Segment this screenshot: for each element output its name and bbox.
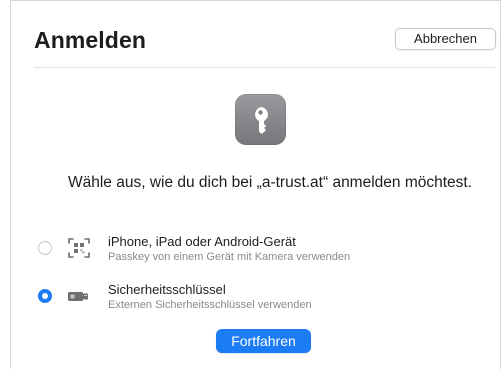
- option-description: Passkey von einem Gerät mit Kamera verwe…: [108, 251, 351, 263]
- qr-code-icon: [66, 236, 92, 260]
- radio-security-key[interactable]: [38, 289, 52, 303]
- header-divider: [34, 67, 495, 68]
- sign-in-dialog: Anmelden Abbrechen Wähle aus, wie du dic…: [0, 0, 504, 369]
- option-security-key[interactable]: Sicherheitsschlüssel Externen Sicherheit…: [36, 280, 476, 314]
- continue-button[interactable]: Fortfahren: [216, 329, 311, 353]
- option-label: iPhone, iPad oder Android-Gerät: [108, 234, 296, 249]
- option-description: Externen Sicherheitsschlüssel verwenden: [108, 299, 312, 311]
- window-border-top: [10, 0, 501, 1]
- cancel-button[interactable]: Abbrechen: [395, 28, 496, 50]
- option-phone-tablet[interactable]: iPhone, iPad oder Android-Gerät Passkey …: [36, 232, 476, 266]
- option-label: Sicherheitsschlüssel: [108, 282, 226, 297]
- window-border-right: [500, 0, 501, 369]
- dialog-title: Anmelden: [34, 27, 146, 53]
- radio-phone-tablet[interactable]: [38, 241, 52, 255]
- key-icon: [235, 94, 286, 145]
- window-border-left: [10, 0, 11, 369]
- security-key-icon: [66, 284, 92, 308]
- prompt-text: Wähle aus, wie du dich bei „a-trust.at“ …: [67, 174, 473, 191]
